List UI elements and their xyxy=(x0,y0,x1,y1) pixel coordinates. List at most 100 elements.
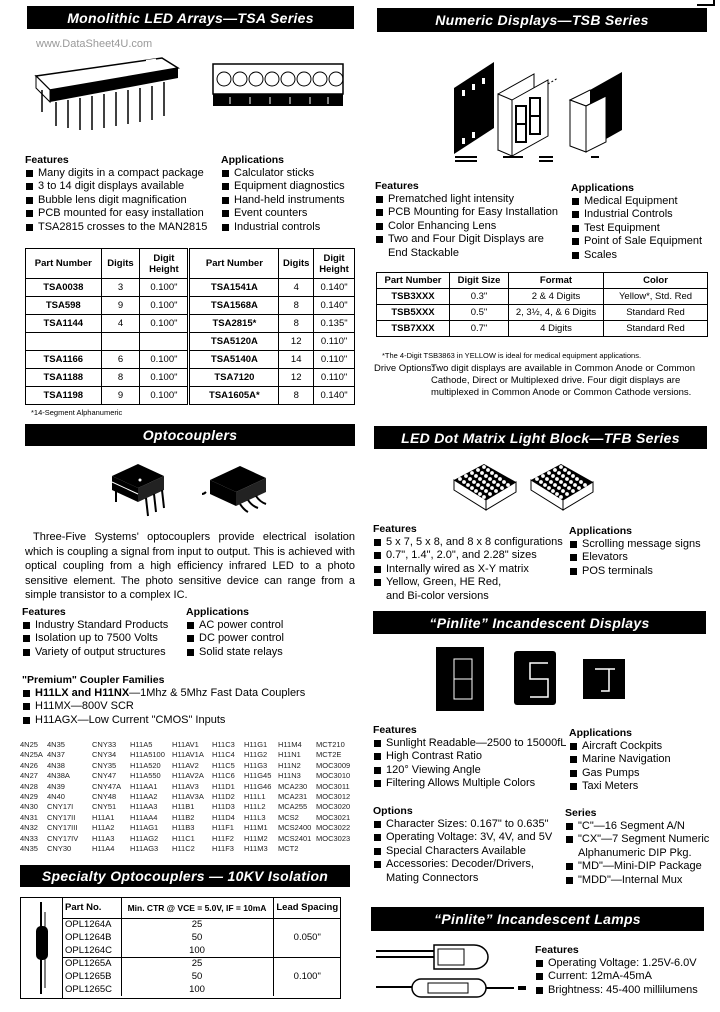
led-dot xyxy=(470,471,474,475)
led-dot xyxy=(555,477,559,481)
list-item-text: Industrial Controls xyxy=(584,208,673,221)
col-header: Digit Size xyxy=(449,272,509,289)
list-item-text: Variety of output structures xyxy=(35,645,166,658)
part-number: CNY47 xyxy=(92,771,117,781)
list-item: Isolation up to 7500 Volts xyxy=(22,632,192,645)
tsa-features: Features Many digits in a compact packag… xyxy=(25,154,220,234)
list-item-text: DC power control xyxy=(199,632,284,645)
tfb-features: Features 5 x 7, 5 x 8, and 8 x 8 configu… xyxy=(373,523,573,603)
table-cell: TSA1166 xyxy=(25,350,102,369)
table-cell: 4 xyxy=(100,314,141,333)
list-item-text: Bubble lens digit magnification xyxy=(38,193,187,206)
led-dot xyxy=(551,474,555,478)
part-number: H11C2 xyxy=(172,844,195,854)
part-number: H11AV3A xyxy=(172,792,204,802)
led-dot xyxy=(541,474,545,478)
part-number: H11C6 xyxy=(212,771,235,781)
list-item-text: Operating Voltage: 1.25V-6.0V xyxy=(548,957,697,969)
led-dot xyxy=(486,468,490,472)
table-cell: 0.5" xyxy=(449,304,509,321)
table-cell: 0.3" xyxy=(449,288,509,305)
part-number: H11C4 xyxy=(212,750,235,760)
led-dot xyxy=(488,477,492,481)
part-number: MOC3022 xyxy=(316,823,351,833)
image-label-placeholder xyxy=(539,156,553,158)
led-dot xyxy=(545,477,549,481)
tsa-parts-table: Part Number Digits Digit Height Part Num… xyxy=(25,248,355,417)
table-row: TSB3XXX 0.3" 2 & 4 Digits Yellow*, Std. Red xyxy=(376,288,708,305)
list-item: TSA2815 crosses to the MAN2815 xyxy=(25,221,220,234)
part-no-cell: OPL1264B xyxy=(63,931,122,944)
list-item-text: Elevators xyxy=(582,551,628,564)
led-dot xyxy=(549,480,553,484)
list-item: Sunlight Readable—2500 to 15000fL xyxy=(373,737,583,750)
table-cell: 8 xyxy=(100,368,141,387)
list-item-text: TSA2815 crosses to the MAN2815 xyxy=(38,220,208,233)
tsa-dip-array-image xyxy=(32,46,180,136)
list-item-text: Internally wired as X-Y matrix xyxy=(386,562,529,575)
table-cell: TSA0038 xyxy=(25,278,102,297)
part-number: H11L2 xyxy=(244,802,266,812)
col-header: Lead Spacing xyxy=(272,898,341,919)
table-cell: TSA1144 xyxy=(25,314,102,333)
image-label-placeholder xyxy=(591,156,599,158)
table-cell xyxy=(139,332,191,351)
list-item-text: Isolation up to 7500 Volts xyxy=(35,632,158,645)
list-item-text: Equipment diagnostics xyxy=(234,180,345,193)
pinlite-displays-options-list: Character Sizes: 0.167" to 0.635" Operati… xyxy=(373,818,573,885)
led-dot xyxy=(569,480,573,484)
part-number: MOC3010 xyxy=(316,771,351,781)
part-number: MCS2400 xyxy=(278,823,312,833)
table-cell: TSA1188 xyxy=(25,368,102,387)
table-cell: TSB7XXX xyxy=(376,320,450,337)
led-dot xyxy=(494,489,498,493)
pinlite-displays-applications-heading: Applications xyxy=(569,727,633,739)
pinlite-display-j-image xyxy=(581,657,627,701)
led-dot xyxy=(555,492,559,496)
part-number: MOC3020 xyxy=(316,802,351,812)
list-item-text: Special Characters Available xyxy=(386,844,526,857)
list-item: Hand-held instruments xyxy=(221,194,361,207)
part-number: CNY47A xyxy=(92,781,122,791)
part-number: H11A520 xyxy=(130,760,161,770)
pinlite-displays-applications: Applications Aircraft Cockpits Marine Nav… xyxy=(569,727,719,794)
tsb-image-labels xyxy=(455,156,625,166)
premium-list: H11LX and H11NX—1Mhz & 5Mhz Fast Data Co… xyxy=(22,687,352,727)
list-item-text: —1Mhz & 5Mhz Fast Data Couplers xyxy=(129,687,306,699)
table-row: OPL1265A 25 0.100" xyxy=(63,956,341,996)
table-row: TSA1144 4 0.100" TSA2815* 8 0.135" xyxy=(25,314,355,333)
tsb-parts-table: Part Number Digit Size Format Color TSB3… xyxy=(376,272,708,337)
list-item: 5 x 7, 5 x 8, and 8 x 8 configurations xyxy=(373,536,573,549)
ctr-cell: 50 xyxy=(120,931,274,944)
table-row: TSB7XXX 0.7" 4 Digits Standard Red xyxy=(376,320,708,337)
led-dot xyxy=(462,480,466,484)
image-label-placeholder xyxy=(503,156,523,158)
part-number: MCT2E xyxy=(316,750,342,760)
tsb-features: Features Prematched light intensity PCB M… xyxy=(375,180,575,260)
list-item-text: PCB mounted for easy installation xyxy=(38,207,204,220)
table-cell: 0.140" xyxy=(313,386,355,405)
table-cell: 0.100" xyxy=(139,386,191,405)
tsb-applications: Applications Medical Equipment Industrial… xyxy=(571,182,720,262)
list-item-text: Accessories: Decoder/Drivers, Mating Conn… xyxy=(386,858,534,884)
part-number: H11A4 xyxy=(92,844,115,854)
table-cell: 3 xyxy=(100,278,141,297)
list-item-text: 120° Viewing Angle xyxy=(386,763,481,776)
table-row: TSA1188 8 0.100" TSA7120 12 0.110" xyxy=(25,368,355,387)
col-header: Digits xyxy=(100,248,141,279)
list-item: Industrial controls xyxy=(221,221,361,234)
list-item-text: Taxi Meters xyxy=(582,780,639,793)
led-dot xyxy=(482,480,486,484)
part-number: H11B3 xyxy=(172,823,195,833)
led-dot xyxy=(464,474,468,478)
led-dot xyxy=(472,480,476,484)
list-item-text: Calculator sticks xyxy=(234,167,315,179)
led-dot xyxy=(565,492,569,496)
led-dot xyxy=(573,483,577,487)
special-opto-title: Specialty Optocouplers — 10KV Isolation xyxy=(41,868,329,884)
part-number: H11B1 xyxy=(172,802,195,812)
led-dot xyxy=(557,471,561,475)
part-number: H11L1 xyxy=(244,792,266,802)
table-cell: 14 xyxy=(278,350,315,369)
pinlite-lamps-features: Features Operating Voltage: 1.25V-6.0V Cu… xyxy=(535,944,720,997)
